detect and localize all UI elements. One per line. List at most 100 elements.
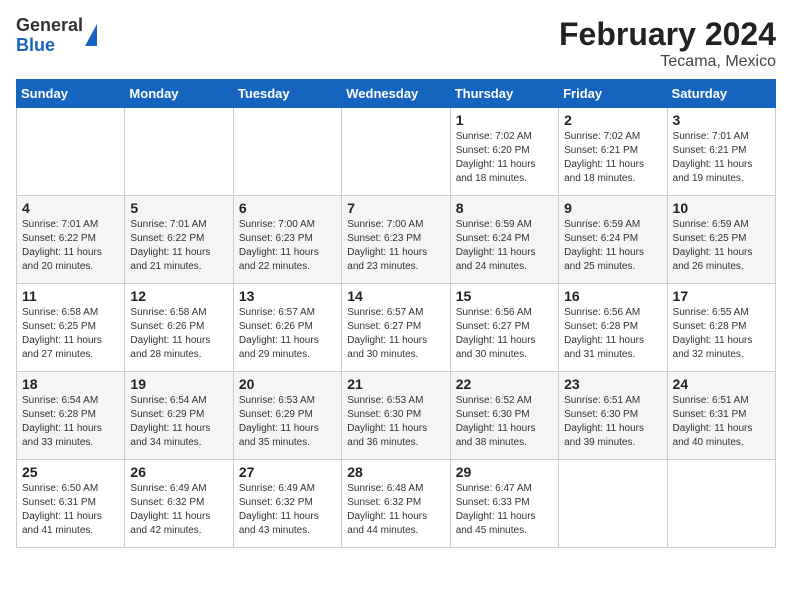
header-saturday: Saturday xyxy=(667,80,775,108)
logo-text: General Blue xyxy=(16,16,83,56)
day-number: 29 xyxy=(456,464,553,480)
calendar-cell: 28 Sunrise: 6:48 AM Sunset: 6:32 PM Dayli… xyxy=(342,460,450,548)
calendar-cell: 12 Sunrise: 6:58 AM Sunset: 6:26 PM Dayli… xyxy=(125,284,233,372)
day-info: Sunrise: 7:01 AM Sunset: 6:21 PM Dayligh… xyxy=(673,130,770,186)
day-info: Sunrise: 6:54 AM Sunset: 6:28 PM Dayligh… xyxy=(22,394,119,450)
day-info: Sunrise: 7:02 AM Sunset: 6:21 PM Dayligh… xyxy=(564,130,661,186)
day-number: 24 xyxy=(673,376,770,392)
calendar-week-2: 4 Sunrise: 7:01 AM Sunset: 6:22 PM Daylig… xyxy=(17,196,776,284)
day-number: 13 xyxy=(239,288,336,304)
calendar-week-3: 11 Sunrise: 6:58 AM Sunset: 6:25 PM Dayli… xyxy=(17,284,776,372)
day-info: Sunrise: 6:50 AM Sunset: 6:31 PM Dayligh… xyxy=(22,482,119,538)
day-info: Sunrise: 6:55 AM Sunset: 6:28 PM Dayligh… xyxy=(673,306,770,362)
logo-blue: Blue xyxy=(16,36,83,56)
calendar-subtitle: Tecama, Mexico xyxy=(559,53,776,71)
calendar-table: Sunday Monday Tuesday Wednesday Thursday… xyxy=(16,79,776,548)
day-info: Sunrise: 6:49 AM Sunset: 6:32 PM Dayligh… xyxy=(130,482,227,538)
calendar-cell: 1 Sunrise: 7:02 AM Sunset: 6:20 PM Daylig… xyxy=(450,108,558,196)
day-number: 7 xyxy=(347,200,444,216)
calendar-cell: 19 Sunrise: 6:54 AM Sunset: 6:29 PM Dayli… xyxy=(125,372,233,460)
day-number: 27 xyxy=(239,464,336,480)
day-info: Sunrise: 7:01 AM Sunset: 6:22 PM Dayligh… xyxy=(22,218,119,274)
day-number: 22 xyxy=(456,376,553,392)
logo-icon xyxy=(85,24,97,46)
day-info: Sunrise: 6:59 AM Sunset: 6:24 PM Dayligh… xyxy=(564,218,661,274)
day-number: 19 xyxy=(130,376,227,392)
header-sunday: Sunday xyxy=(17,80,125,108)
day-number: 12 xyxy=(130,288,227,304)
day-number: 28 xyxy=(347,464,444,480)
day-info: Sunrise: 7:00 AM Sunset: 6:23 PM Dayligh… xyxy=(347,218,444,274)
logo-general: General xyxy=(16,16,83,36)
calendar-cell: 27 Sunrise: 6:49 AM Sunset: 6:32 PM Dayli… xyxy=(233,460,341,548)
calendar-title: February 2024 xyxy=(559,16,776,53)
header-row: Sunday Monday Tuesday Wednesday Thursday… xyxy=(17,80,776,108)
day-number: 20 xyxy=(239,376,336,392)
day-info: Sunrise: 6:56 AM Sunset: 6:27 PM Dayligh… xyxy=(456,306,553,362)
day-number: 5 xyxy=(130,200,227,216)
calendar-cell: 5 Sunrise: 7:01 AM Sunset: 6:22 PM Daylig… xyxy=(125,196,233,284)
calendar-cell: 4 Sunrise: 7:01 AM Sunset: 6:22 PM Daylig… xyxy=(17,196,125,284)
day-info: Sunrise: 6:47 AM Sunset: 6:33 PM Dayligh… xyxy=(456,482,553,538)
day-info: Sunrise: 6:56 AM Sunset: 6:28 PM Dayligh… xyxy=(564,306,661,362)
logo: General Blue xyxy=(16,16,97,56)
calendar-cell: 18Sunrise: 6:54 AM Sunset: 6:28 PM Dayli… xyxy=(17,372,125,460)
calendar-cell: 16Sunrise: 6:56 AM Sunset: 6:28 PM Dayli… xyxy=(559,284,667,372)
calendar-body: 1 Sunrise: 7:02 AM Sunset: 6:20 PM Daylig… xyxy=(17,108,776,548)
calendar-week-4: 18Sunrise: 6:54 AM Sunset: 6:28 PM Dayli… xyxy=(17,372,776,460)
day-number: 4 xyxy=(22,200,119,216)
calendar-cell: 11 Sunrise: 6:58 AM Sunset: 6:25 PM Dayli… xyxy=(17,284,125,372)
calendar-cell xyxy=(559,460,667,548)
day-number: 9 xyxy=(564,200,661,216)
calendar-cell: 14Sunrise: 6:57 AM Sunset: 6:27 PM Dayli… xyxy=(342,284,450,372)
day-number: 6 xyxy=(239,200,336,216)
day-info: Sunrise: 6:49 AM Sunset: 6:32 PM Dayligh… xyxy=(239,482,336,538)
page-header: General Blue February 2024 Tecama, Mexic… xyxy=(16,16,776,71)
day-number: 26 xyxy=(130,464,227,480)
day-info: Sunrise: 6:53 AM Sunset: 6:30 PM Dayligh… xyxy=(347,394,444,450)
day-info: Sunrise: 7:01 AM Sunset: 6:22 PM Dayligh… xyxy=(130,218,227,274)
day-info: Sunrise: 6:53 AM Sunset: 6:29 PM Dayligh… xyxy=(239,394,336,450)
calendar-cell xyxy=(342,108,450,196)
calendar-cell: 17Sunrise: 6:55 AM Sunset: 6:28 PM Dayli… xyxy=(667,284,775,372)
header-monday: Monday xyxy=(125,80,233,108)
calendar-cell: 22Sunrise: 6:52 AM Sunset: 6:30 PM Dayli… xyxy=(450,372,558,460)
day-info: Sunrise: 6:57 AM Sunset: 6:27 PM Dayligh… xyxy=(347,306,444,362)
title-block: February 2024 Tecama, Mexico xyxy=(559,16,776,71)
day-number: 3 xyxy=(673,112,770,128)
calendar-cell xyxy=(667,460,775,548)
day-info: Sunrise: 6:59 AM Sunset: 6:24 PM Dayligh… xyxy=(456,218,553,274)
calendar-cell: 8 Sunrise: 6:59 AM Sunset: 6:24 PM Daylig… xyxy=(450,196,558,284)
calendar-cell: 9 Sunrise: 6:59 AM Sunset: 6:24 PM Daylig… xyxy=(559,196,667,284)
header-tuesday: Tuesday xyxy=(233,80,341,108)
calendar-cell: 2Sunrise: 7:02 AM Sunset: 6:21 PM Daylig… xyxy=(559,108,667,196)
calendar-cell: 6 Sunrise: 7:00 AM Sunset: 6:23 PM Daylig… xyxy=(233,196,341,284)
day-info: Sunrise: 6:48 AM Sunset: 6:32 PM Dayligh… xyxy=(347,482,444,538)
day-info: Sunrise: 6:57 AM Sunset: 6:26 PM Dayligh… xyxy=(239,306,336,362)
calendar-cell: 29 Sunrise: 6:47 AM Sunset: 6:33 PM Dayli… xyxy=(450,460,558,548)
day-info: Sunrise: 6:51 AM Sunset: 6:30 PM Dayligh… xyxy=(564,394,661,450)
day-number: 25 xyxy=(22,464,119,480)
day-info: Sunrise: 7:02 AM Sunset: 6:20 PM Dayligh… xyxy=(456,130,553,186)
calendar-cell: 7 Sunrise: 7:00 AM Sunset: 6:23 PM Daylig… xyxy=(342,196,450,284)
day-info: Sunrise: 6:58 AM Sunset: 6:25 PM Dayligh… xyxy=(22,306,119,362)
day-info: Sunrise: 6:54 AM Sunset: 6:29 PM Dayligh… xyxy=(130,394,227,450)
calendar-cell xyxy=(125,108,233,196)
calendar-cell: 25 Sunrise: 6:50 AM Sunset: 6:31 PM Dayli… xyxy=(17,460,125,548)
day-info: Sunrise: 6:58 AM Sunset: 6:26 PM Dayligh… xyxy=(130,306,227,362)
day-info: Sunrise: 6:51 AM Sunset: 6:31 PM Dayligh… xyxy=(673,394,770,450)
day-number: 11 xyxy=(22,288,119,304)
calendar-cell: 24 Sunrise: 6:51 AM Sunset: 6:31 PM Dayli… xyxy=(667,372,775,460)
calendar-cell: 26 Sunrise: 6:49 AM Sunset: 6:32 PM Dayli… xyxy=(125,460,233,548)
calendar-header: Sunday Monday Tuesday Wednesday Thursday… xyxy=(17,80,776,108)
day-number: 23 xyxy=(564,376,661,392)
day-info: Sunrise: 7:00 AM Sunset: 6:23 PM Dayligh… xyxy=(239,218,336,274)
day-number: 15 xyxy=(456,288,553,304)
calendar-week-5: 25 Sunrise: 6:50 AM Sunset: 6:31 PM Dayli… xyxy=(17,460,776,548)
day-number: 8 xyxy=(456,200,553,216)
calendar-cell: 10Sunrise: 6:59 AM Sunset: 6:25 PM Dayli… xyxy=(667,196,775,284)
calendar-cell: 3 Sunrise: 7:01 AM Sunset: 6:21 PM Daylig… xyxy=(667,108,775,196)
calendar-cell xyxy=(17,108,125,196)
day-number: 1 xyxy=(456,112,553,128)
header-thursday: Thursday xyxy=(450,80,558,108)
